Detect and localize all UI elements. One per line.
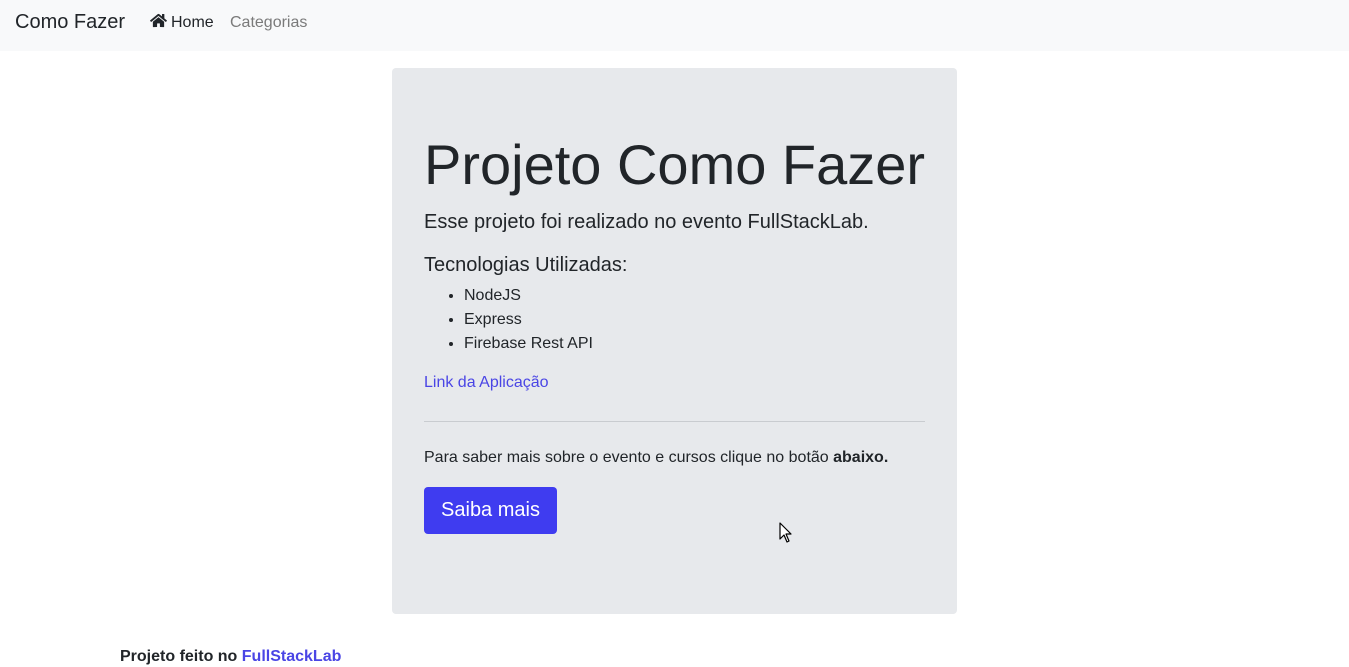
list-item: NodeJS (464, 284, 593, 308)
page-title: Projeto Como Fazer (424, 133, 926, 196)
saiba-mais-button[interactable]: Saiba mais (424, 487, 557, 534)
home-icon (150, 13, 167, 33)
technologies-list: NodeJS Express Firebase Rest API (464, 284, 593, 356)
brand-link[interactable]: Como Fazer (15, 11, 125, 34)
lead-text: Esse projeto foi realizado no evento Ful… (424, 211, 869, 233)
jumbotron: Projeto Como Fazer Esse projeto foi real… (392, 68, 957, 614)
list-item: Express (464, 308, 593, 332)
technologies-heading: Tecnologias Utilizadas: (424, 254, 628, 276)
app-link[interactable]: Link da Aplicação (424, 374, 549, 392)
info-text: Para saber mais sobre o evento e cursos … (424, 448, 888, 468)
navbar: Como Fazer Home Categorias (0, 0, 1349, 51)
info-text-bold: abaixo. (833, 449, 889, 466)
info-text-main: Para saber mais sobre o evento e cursos … (424, 449, 834, 466)
footer-text: Projeto feito no (120, 648, 242, 665)
nav-item-categorias[interactable]: Categorias (230, 14, 307, 32)
list-item: Firebase Rest API (464, 332, 593, 356)
nav-item-home[interactable]: Home (150, 13, 214, 33)
mouse-cursor-icon (779, 522, 792, 543)
footer: Projeto feito no FullStackLab (120, 648, 341, 666)
divider (424, 421, 925, 422)
footer-link[interactable]: FullStackLab (242, 648, 342, 665)
nav-item-home-label: Home (171, 14, 214, 31)
